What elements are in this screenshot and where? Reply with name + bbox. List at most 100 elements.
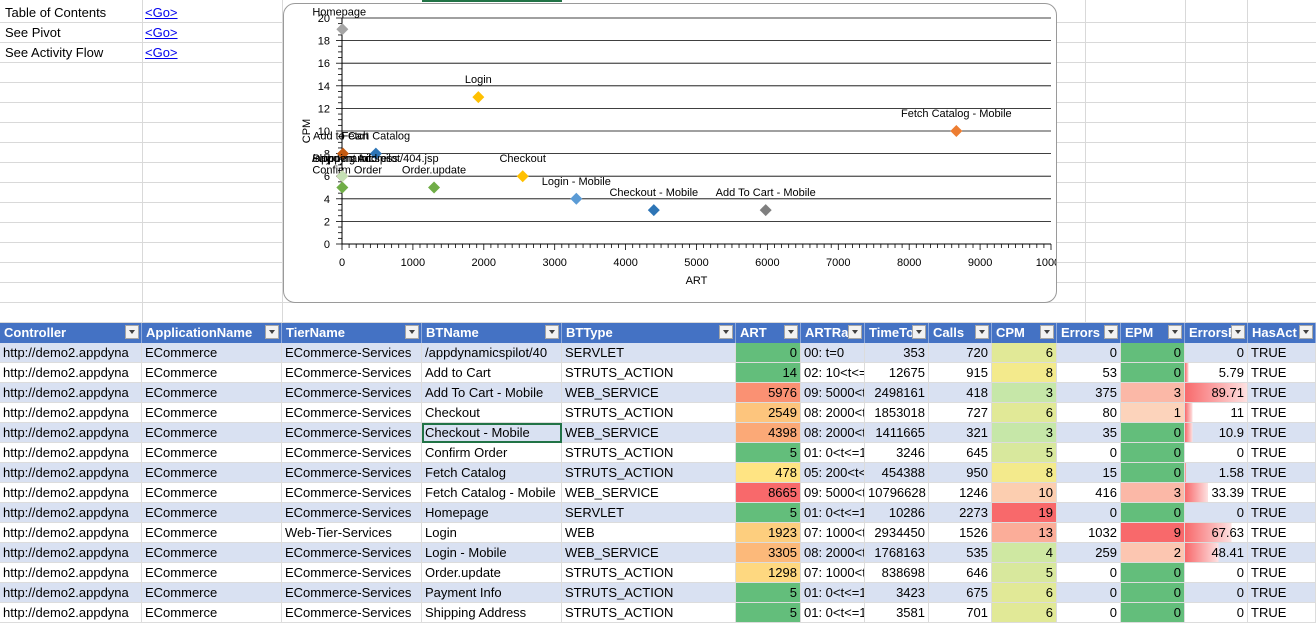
table-cell[interactable]: 10.9 [1185, 423, 1248, 443]
table-cell[interactable]: 1246 [929, 483, 992, 503]
table-cell[interactable]: 8 [992, 463, 1057, 483]
column-header[interactable]: ART [736, 323, 801, 343]
table-cell[interactable]: 2549 [736, 403, 801, 423]
table-cell[interactable]: 1032 [1057, 523, 1121, 543]
column-header[interactable]: EPM [1121, 323, 1185, 343]
table-cell[interactable]: WEB [562, 523, 736, 543]
table-cell[interactable]: 950 [929, 463, 992, 483]
table-cell[interactable]: 8 [992, 363, 1057, 383]
filter-dropdown-icon[interactable] [1040, 325, 1054, 339]
table-row[interactable]: http://demo2.appdyna ECommerce Web-Tier-Se… [0, 523, 1316, 543]
table-row[interactable]: http://demo2.appdyna ECommerce ECommerce-S… [0, 423, 1316, 443]
table-cell[interactable]: 4 [992, 543, 1057, 563]
pivot-go-link[interactable]: <Go> [145, 23, 178, 43]
data-point[interactable] [759, 204, 772, 217]
table-cell[interactable]: 5 [992, 563, 1057, 583]
column-header[interactable]: Errors [1057, 323, 1121, 343]
data-point[interactable] [428, 181, 441, 194]
table-cell[interactable]: TRUE [1248, 463, 1316, 483]
column-header[interactable]: ARTRar [801, 323, 865, 343]
toc-go-link[interactable]: <Go> [145, 3, 178, 23]
table-cell[interactable]: 02: 10<t<= [801, 363, 865, 383]
table-cell[interactable]: 2934450 [865, 523, 929, 543]
filter-dropdown-icon[interactable] [1299, 325, 1313, 339]
table-cell[interactable]: 0 [1057, 603, 1121, 623]
table-cell[interactable]: 09: 5000<t [801, 483, 865, 503]
table-cell[interactable]: SERVLET [562, 503, 736, 523]
table-cell[interactable]: 2273 [929, 503, 992, 523]
table-cell[interactable]: 0 [1121, 583, 1185, 603]
table-cell[interactable]: 01: 0<t<=1 [801, 603, 865, 623]
table-cell[interactable]: Confirm Order [422, 443, 562, 463]
table-cell[interactable]: 646 [929, 563, 992, 583]
table-cell[interactable]: Add to Cart [422, 363, 562, 383]
table-cell[interactable]: SERVLET [562, 343, 736, 363]
table-cell[interactable]: 6 [992, 603, 1057, 623]
data-point[interactable] [472, 91, 485, 104]
table-cell[interactable]: 80 [1057, 403, 1121, 423]
table-cell[interactable]: 19 [992, 503, 1057, 523]
data-point[interactable] [516, 170, 529, 183]
table-cell[interactable]: 0 [1185, 343, 1248, 363]
table-cell[interactable]: WEB_SERVICE [562, 383, 736, 403]
table-cell[interactable]: ECommerce-Services [282, 363, 422, 383]
table-cell[interactable]: http://demo2.appdyna [0, 343, 142, 363]
table-cell[interactable]: 1768163 [865, 543, 929, 563]
column-header[interactable]: BTType [562, 323, 736, 343]
table-cell[interactable]: http://demo2.appdyna [0, 363, 142, 383]
table-cell[interactable]: 0 [1057, 563, 1121, 583]
column-header[interactable]: TimeTo [865, 323, 929, 343]
table-cell[interactable]: 0 [1185, 443, 1248, 463]
table-cell[interactable]: TRUE [1248, 403, 1316, 423]
table-cell[interactable]: 01: 0<t<=1 [801, 583, 865, 603]
table-cell[interactable]: 838698 [865, 563, 929, 583]
table-cell[interactable]: STRUTS_ACTION [562, 463, 736, 483]
table-cell[interactable]: Add To Cart - Mobile [422, 383, 562, 403]
table-cell[interactable]: http://demo2.appdyna [0, 443, 142, 463]
table-cell[interactable]: ECommerce-Services [282, 463, 422, 483]
table-cell[interactable]: 321 [929, 423, 992, 443]
table-cell[interactable]: 00: t=0 [801, 343, 865, 363]
table-cell[interactable]: 08: 2000<t [801, 543, 865, 563]
table-cell[interactable]: STRUTS_ACTION [562, 403, 736, 423]
table-cell[interactable]: TRUE [1248, 603, 1316, 623]
filter-dropdown-icon[interactable] [265, 325, 279, 339]
table-cell[interactable]: 1 [1121, 403, 1185, 423]
table-cell[interactable]: TRUE [1248, 563, 1316, 583]
table-cell[interactable]: 5 [992, 443, 1057, 463]
table-cell[interactable]: 6 [992, 583, 1057, 603]
table-row[interactable]: http://demo2.appdyna ECommerce ECommerce-S… [0, 443, 1316, 463]
table-cell[interactable]: 67.63 [1185, 523, 1248, 543]
table-row[interactable]: http://demo2.appdyna ECommerce ECommerce-S… [0, 603, 1316, 623]
table-cell[interactable]: http://demo2.appdyna [0, 503, 142, 523]
table-cell[interactable]: 454388 [865, 463, 929, 483]
table-cell[interactable]: 0 [1185, 583, 1248, 603]
table-cell[interactable]: 418 [929, 383, 992, 403]
table-cell[interactable]: TRUE [1248, 383, 1316, 403]
table-cell[interactable]: 720 [929, 343, 992, 363]
filter-dropdown-icon[interactable] [1168, 325, 1182, 339]
filter-dropdown-icon[interactable] [1104, 325, 1118, 339]
table-cell[interactable]: 1411665 [865, 423, 929, 443]
table-row[interactable]: http://demo2.appdyna ECommerce ECommerce-S… [0, 463, 1316, 483]
table-cell[interactable]: ECommerce [142, 363, 282, 383]
table-cell[interactable]: 01: 0<t<=1 [801, 503, 865, 523]
table-cell[interactable]: ECommerce [142, 523, 282, 543]
table-cell[interactable]: Order.update [422, 563, 562, 583]
table-cell[interactable]: Checkout [422, 403, 562, 423]
table-cell[interactable]: STRUTS_ACTION [562, 563, 736, 583]
data-point[interactable] [570, 192, 583, 205]
table-cell[interactable]: Shipping Address [422, 603, 562, 623]
table-cell[interactable]: 375 [1057, 383, 1121, 403]
table-cell[interactable]: 08: 2000<t [801, 403, 865, 423]
table-cell[interactable]: TRUE [1248, 343, 1316, 363]
table-cell[interactable]: ECommerce [142, 603, 282, 623]
table-cell[interactable]: 0 [1121, 463, 1185, 483]
table-cell[interactable]: 05: 200<t< [801, 463, 865, 483]
table-cell[interactable]: ECommerce [142, 343, 282, 363]
column-header[interactable]: ApplicationName [142, 323, 282, 343]
table-cell[interactable]: 0 [1057, 503, 1121, 523]
table-cell[interactable]: 5 [736, 603, 801, 623]
column-header[interactable]: TierName [282, 323, 422, 343]
table-cell[interactable]: TRUE [1248, 543, 1316, 563]
